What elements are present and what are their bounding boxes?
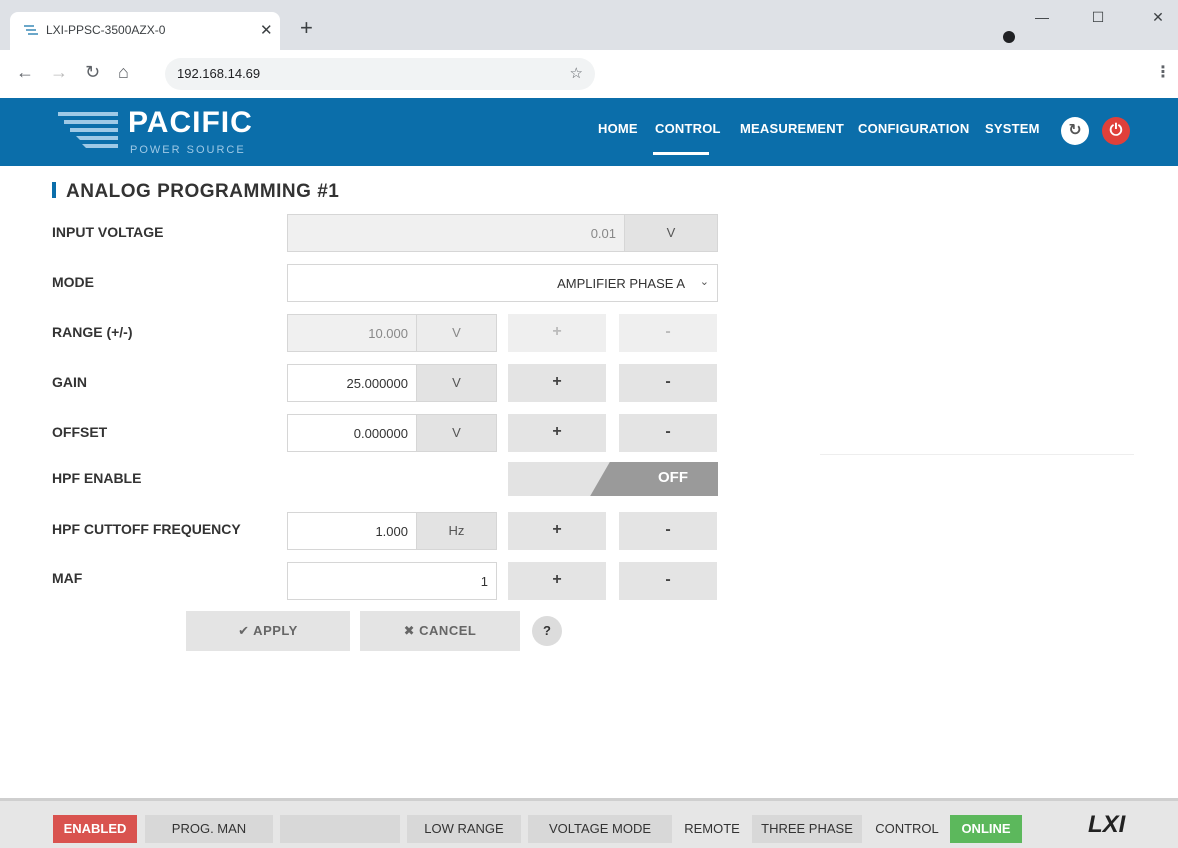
status-bar: ENABLED PROG. MAN LOW RANGE VOLTAGE MODE… — [0, 798, 1178, 848]
url-text: 192.168.14.69 — [177, 66, 261, 81]
status-enabled: ENABLED — [53, 815, 137, 843]
help-icon[interactable]: ? — [532, 616, 562, 646]
maf-label: MAF — [52, 570, 83, 586]
status-range: LOW RANGE — [407, 815, 521, 843]
profile-icon[interactable] — [1003, 31, 1015, 43]
offset-label: OFFSET — [52, 424, 108, 440]
maf-plus-button[interactable]: + — [508, 562, 606, 600]
gain-minus-button[interactable]: - — [619, 364, 717, 402]
gain-value: 25.000000 — [346, 376, 408, 391]
app-header: PACIFIC POWER SOURCE HOME CONTROL MEASUR… — [0, 98, 1178, 166]
range-field: 10.000 — [287, 314, 417, 352]
gain-label: GAIN — [52, 374, 87, 390]
toggle-knob — [590, 462, 718, 496]
status-blank — [280, 815, 400, 843]
pacific-logo[interactable]: PACIFIC POWER SOURCE — [58, 106, 278, 158]
gain-plus-button[interactable]: + — [508, 364, 606, 402]
gain-input[interactable]: 25.000000 — [287, 364, 417, 402]
range-label: RANGE (+/-) — [52, 324, 133, 340]
maf-value: 1 — [480, 574, 488, 589]
mode-value: AMPLIFIER PHASE A — [557, 276, 685, 291]
maximize-icon[interactable]: ☐ — [1078, 4, 1118, 30]
hpf-cutoff-unit: Hz — [417, 512, 497, 550]
maf-input[interactable]: 1 — [287, 562, 497, 600]
hpf-cutoff-label: HPF CUTTOFF FREQUENCY — [52, 521, 241, 537]
refresh-icon[interactable]: ↻ — [1061, 117, 1089, 145]
back-icon[interactable]: ← — [16, 62, 34, 82]
brand-sub: POWER SOURCE — [130, 144, 246, 156]
hpf-enable-label: HPF ENABLE — [52, 470, 142, 486]
input-voltage-value: 0.01 — [590, 226, 616, 241]
offset-minus-button[interactable]: - — [619, 414, 717, 452]
toggle-state: OFF — [658, 469, 688, 486]
hpf-cutoff-value: 1.000 — [375, 524, 408, 539]
nav-control[interactable]: CONTROL — [655, 121, 721, 136]
hpf-cutoff-minus-button[interactable]: - — [619, 512, 717, 550]
title-accent-bar — [52, 182, 56, 198]
nav-configuration[interactable]: CONFIGURATION — [858, 121, 969, 136]
maf-minus-button[interactable]: - — [619, 562, 717, 600]
range-value: 10.000 — [368, 326, 408, 341]
mode-label: MODE — [52, 274, 94, 290]
input-voltage-unit: V — [625, 214, 718, 252]
status-phase: THREE PHASE — [752, 815, 862, 843]
browser-tabstrip: LXI-PPSC-3500AZX-0 ✕ + — ☐ ✕ — [0, 0, 1178, 50]
power-icon[interactable]: ⏻ — [1102, 117, 1130, 145]
page-title-text: ANALOG PROGRAMMING #1 — [66, 181, 340, 202]
apply-button[interactable]: ✔ APPLY — [186, 611, 350, 651]
tab-title: LXI-PPSC-3500AZX-0 — [46, 23, 166, 37]
new-tab-icon[interactable]: + — [300, 17, 313, 39]
nav-active-indicator — [653, 152, 709, 155]
status-online: ONLINE — [950, 815, 1022, 843]
forward-icon[interactable]: → — [50, 62, 68, 82]
reload-icon[interactable]: ↻ — [85, 62, 100, 82]
close-window-icon[interactable]: ✕ — [1138, 4, 1178, 30]
nav-system[interactable]: SYSTEM — [985, 121, 1040, 136]
hpf-cutoff-plus-button[interactable]: + — [508, 512, 606, 550]
cancel-button[interactable]: ✖ CANCEL — [360, 611, 520, 651]
status-prog: PROG. MAN — [145, 815, 273, 843]
nav-home[interactable]: HOME — [598, 121, 638, 136]
lxi-logo: LXI — [1088, 811, 1126, 838]
hpf-cutoff-input[interactable]: 1.000 — [287, 512, 417, 550]
input-voltage-field: 0.01 — [287, 214, 625, 252]
offset-plus-button[interactable]: + — [508, 414, 606, 452]
gain-unit: V — [417, 364, 497, 402]
browser-tab[interactable]: LXI-PPSC-3500AZX-0 ✕ — [10, 12, 280, 50]
nav-measurement[interactable]: MEASUREMENT — [740, 121, 844, 136]
offset-unit: V — [417, 414, 497, 452]
minimize-icon[interactable]: — — [1022, 4, 1062, 30]
offset-input[interactable]: 0.000000 — [287, 414, 417, 452]
brand-name: PACIFIC — [128, 106, 253, 139]
address-bar[interactable]: 192.168.14.69 ☆ — [165, 58, 595, 90]
input-voltage-label: INPUT VOLTAGE — [52, 224, 164, 240]
range-unit: V — [417, 314, 497, 352]
status-mode: VOLTAGE MODE — [528, 815, 672, 843]
home-icon[interactable]: ⌂ — [118, 62, 129, 82]
hpf-enable-toggle[interactable]: OFF — [508, 462, 718, 496]
pacific-logo-icon — [58, 112, 118, 148]
offset-value: 0.000000 — [353, 426, 408, 441]
browser-toolbar: ← → ↻ ⌂ 192.168.14.69 ☆ — [0, 50, 1178, 98]
status-control: CONTROL — [875, 821, 939, 836]
status-remote: REMOTE — [684, 821, 740, 836]
page-title: ANALOG PROGRAMMING #1 — [52, 181, 339, 203]
range-plus-button[interactable]: + — [508, 314, 606, 352]
tab-close-icon[interactable]: ✕ — [260, 21, 273, 39]
site-favicon-icon — [24, 25, 38, 35]
range-minus-button[interactable]: - — [619, 314, 717, 352]
divider — [820, 454, 1134, 455]
mode-select[interactable]: AMPLIFIER PHASE A ⌄ — [287, 264, 718, 302]
browser-menu-icon[interactable]: ⋮ — [1155, 62, 1171, 82]
bookmark-star-icon[interactable]: ☆ — [570, 64, 583, 82]
chevron-down-icon: ⌄ — [699, 276, 709, 288]
